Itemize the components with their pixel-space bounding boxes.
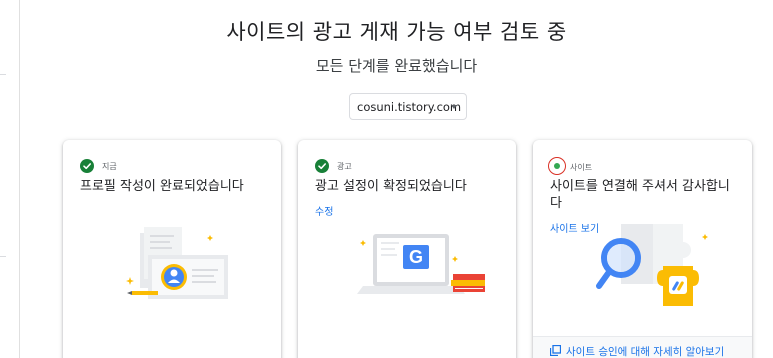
main-content: 사이트의 광고 게재 가능 여부 검토 중 모든 단계를 완료했습니다 cosu… — [20, 0, 773, 358]
site-selector-dropdown[interactable]: cosuni.tistory.com — [349, 93, 467, 120]
card-heading: 광고 설정이 확정되었습니다 — [315, 179, 467, 194]
laptop-google-illustration: G — [333, 230, 493, 309]
edit-link[interactable]: 수정 — [315, 203, 333, 218]
check-circle-icon — [315, 159, 329, 173]
divider — [0, 256, 6, 257]
card-heading: 프로필 작성이 완료되었습니다 — [80, 179, 244, 194]
page-subtitle: 모든 단계를 완료했습니다 — [315, 57, 478, 75]
step-label: 광고 — [337, 161, 352, 171]
dropdown-arrow-icon — [451, 105, 457, 109]
step-card-site: 사이트 사이트를 연결해 주셔서 감사합니다 사이트 보기 사이트 승인에 대해… — [533, 140, 752, 358]
divider — [0, 74, 6, 75]
status-dot — [554, 163, 560, 169]
learn-more-label: 사이트 승인에 대해 자세히 알아보기 — [566, 346, 725, 358]
step-label: 사이트 — [570, 162, 593, 172]
step-header: 지금 — [80, 159, 117, 173]
card-heading: 사이트를 연결해 주셔서 감사합니다 — [550, 179, 730, 211]
step-card-profile: 지금 프로필 작성이 완료되었습니다 — [63, 140, 281, 358]
step-card-ads: 광고 광고 설정이 확정되었습니다 수정 G — [298, 140, 516, 358]
check-circle-icon — [80, 159, 94, 173]
open-in-new-icon — [549, 344, 562, 358]
profile-card-illustration — [118, 225, 238, 309]
svg-text:G: G — [409, 247, 423, 267]
view-site-link[interactable]: 사이트 보기 — [550, 220, 599, 235]
site-selector-value: cosuni.tistory.com — [357, 99, 462, 114]
step-label: 지금 — [102, 161, 117, 171]
pending-status-icon — [548, 157, 566, 175]
page-title: 사이트의 광고 게재 가능 여부 검토 중 — [226, 20, 567, 44]
step-header: 광고 — [315, 159, 352, 173]
left-edge-panel — [0, 0, 20, 358]
step-header: 사이트 — [548, 157, 593, 175]
puzzle-search-illustration — [593, 222, 713, 316]
learn-more-link[interactable]: 사이트 승인에 대해 자세히 알아보기 — [549, 344, 725, 358]
